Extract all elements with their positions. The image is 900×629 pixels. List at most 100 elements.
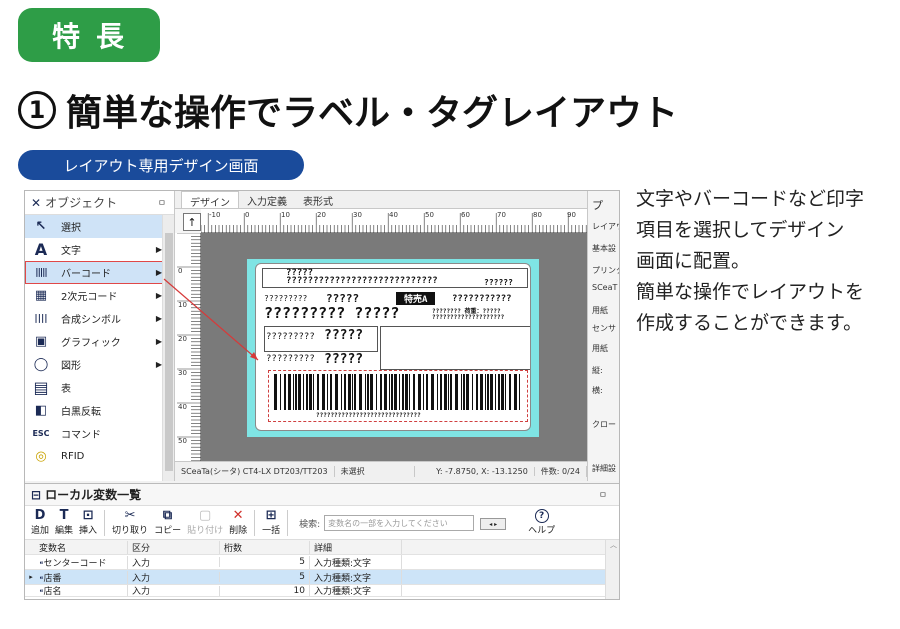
design-canvas[interactable]: ????? ???????????????????????????? ?????… — [201, 233, 587, 461]
property-text[interactable]: SCeaT — [592, 283, 617, 292]
scroll-up-icon[interactable]: ︿ — [606, 540, 619, 550]
object-item-label: 白黒反転 — [61, 407, 101, 418]
property-text[interactable]: 基本設 — [592, 243, 616, 254]
table-row[interactable]: ▸ ⁌店番 入力 5 入力種類:文字 — [25, 570, 619, 585]
ruler-label: 10 — [178, 301, 187, 309]
bulk-edit-icon: ⊞ — [265, 508, 277, 523]
toolbar-divider — [287, 510, 289, 536]
variables-panel-header: ⊟ ローカル変数一覧 ㅁ — [25, 484, 619, 506]
object-panel-scrollbar[interactable] — [162, 215, 174, 481]
ruler-label: 0 — [245, 211, 250, 219]
text-field-box[interactable] — [380, 326, 530, 370]
column-header[interactable]: 桁数 — [219, 540, 309, 554]
arrow-up-icon[interactable]: ↑ — [183, 213, 201, 231]
pin-icon[interactable]: ㅁ — [158, 196, 166, 209]
screen-caption-pill: レイアウト専用デザイン画面 — [18, 150, 304, 180]
table-row[interactable]: ⁌店名 入力 10 入力種類:文字 — [25, 585, 619, 597]
ruler-label: 0 — [178, 267, 183, 275]
help-button[interactable]: ? ヘルプ — [526, 509, 557, 536]
object-item-rfid[interactable]: ◎ RFID — [25, 445, 174, 468]
column-header[interactable]: 詳細 — [309, 540, 401, 554]
cut-button[interactable]: ✂ 切り取り — [110, 508, 150, 536]
object-item-label: 選択 — [61, 223, 81, 234]
variable-digits: 5 — [219, 572, 309, 582]
property-text: センサ — [592, 324, 616, 333]
object-item-text[interactable]: A 文字 ▶ — [25, 238, 174, 261]
label-preview[interactable]: ????? ???????????????????????????? ?????… — [255, 263, 531, 431]
object-item-invert[interactable]: ◧ 白黒反転 — [25, 399, 174, 422]
property-panel: プ レイアウ 基本設 プリンタ SCeaT 用紙 センサ 用紙 縦: 横: クロ… — [587, 191, 619, 481]
column-header[interactable]: 区分 — [127, 540, 219, 554]
object-item-barcode[interactable]: ||||| バーコード ▶ — [25, 261, 174, 284]
search-nav-buttons[interactable]: ◂ ▸ — [480, 518, 507, 530]
variable-detail: 入力種類:文字 — [309, 555, 401, 569]
status-printer: SCeaTa(シータ) CT4-LX DT203/TT203 — [175, 466, 335, 477]
variable-name: 店番 — [43, 573, 62, 584]
object-item-command[interactable]: ESC コマンド — [25, 422, 174, 445]
add-button[interactable]: D 追加 — [29, 508, 51, 536]
cursor-icon: ↖ — [35, 219, 47, 234]
tab-input-definition[interactable]: 入力定義 — [239, 191, 295, 208]
toolbar-divider — [104, 510, 106, 536]
rfid-icon: ◎ — [35, 449, 47, 464]
description-line: 項目を選択してデザイン — [636, 219, 845, 241]
pin-icon[interactable]: ㅁ — [599, 488, 607, 501]
tab-table-format[interactable]: 表形式 — [295, 191, 341, 208]
copy-icon: ⧉ — [162, 508, 173, 523]
object-item-composite-symbol[interactable]: |||| 合成シンボル ▶ — [25, 307, 174, 330]
button-label: 挿入 — [79, 526, 98, 536]
scrollbar-thumb[interactable] — [165, 233, 173, 471]
delete-button[interactable]: ✕ 削除 — [227, 508, 249, 536]
object-item-graphic[interactable]: ▣ グラフィック ▶ — [25, 330, 174, 353]
invert-icon: ◧ — [34, 403, 48, 418]
button-label: コピー — [154, 526, 182, 536]
bulk-button[interactable]: ⊞ 一括 — [260, 508, 282, 536]
label-text: ????????? — [266, 354, 315, 364]
esc-icon: ESC — [32, 429, 50, 438]
variable-type: 入力 — [127, 555, 219, 569]
help-icon: ? — [534, 509, 549, 523]
object-item-label: 文字 — [61, 246, 81, 257]
object-item-select[interactable]: ↖ 選択 — [25, 215, 174, 238]
ruler-label: 90 — [567, 211, 576, 219]
ruler-label: 20 — [317, 211, 326, 219]
button-label: 削除 — [229, 526, 248, 536]
tools-icon: ✕ — [31, 195, 42, 210]
status-count: 件数: 0/24 — [535, 466, 587, 477]
insert-icon: ⊡ — [82, 508, 94, 523]
column-header[interactable]: 変数名 — [37, 541, 127, 554]
button-label: ヘルプ — [528, 526, 556, 536]
barcode-icon: ||||| — [35, 267, 47, 278]
copy-button[interactable]: ⧉ コピー — [152, 508, 183, 536]
ruler-label: 50 — [178, 437, 187, 445]
search-label: 検索: — [299, 520, 321, 530]
object-item-shape[interactable]: ◯ 図形 ▶ — [25, 353, 174, 376]
table-icon: ▤ — [33, 378, 49, 397]
circled-number: 1 — [18, 91, 56, 129]
object-item-table[interactable]: ▤ 表 — [25, 376, 174, 399]
feature-badge: 特長 — [18, 8, 160, 62]
tab-design[interactable]: デザイン — [181, 191, 239, 209]
variable-detail: 入力種類:文字 — [309, 585, 401, 596]
table-scrollbar[interactable]: ︿ — [605, 540, 619, 599]
status-bar: SCeaTa(シータ) CT4-LX DT203/TT203 未選択 Y: -7… — [175, 461, 587, 481]
button-label: 編集 — [55, 526, 74, 536]
object-item-label: RFID — [61, 451, 85, 462]
search-input[interactable]: 変数名の一部を入力してください — [324, 515, 475, 531]
variable-type: 入力 — [127, 585, 219, 596]
label-text: ????? — [324, 352, 364, 367]
object-panel-title: オブジェクト — [45, 196, 118, 210]
ruler-label: 30 — [178, 369, 187, 377]
paste-button[interactable]: ▢ 貼り付け — [185, 508, 225, 536]
table-row[interactable]: ⁌センターコード 入力 5 入力種類:文字 — [25, 555, 619, 570]
label-text: 特売A — [396, 292, 436, 305]
variables-table: 変数名 区分 桁数 詳細 ⁌センターコード 入力 5 入力種類:文字 ▸ ⁌店番… — [25, 540, 619, 597]
variable-name: 店名 — [43, 587, 62, 597]
edit-button[interactable]: T 編集 — [53, 508, 75, 536]
insert-button[interactable]: ⊡ 挿入 — [77, 508, 99, 536]
label-text: ???????????????????? — [432, 314, 505, 321]
object-panel-header: ✕ オブジェクト ㅁ — [25, 191, 174, 215]
object-item-2d-code[interactable]: ▦ 2次元コード ▶ — [25, 284, 174, 307]
property-text[interactable]: 詳細設 — [592, 463, 616, 474]
table-header: 変数名 区分 桁数 詳細 — [25, 540, 619, 555]
